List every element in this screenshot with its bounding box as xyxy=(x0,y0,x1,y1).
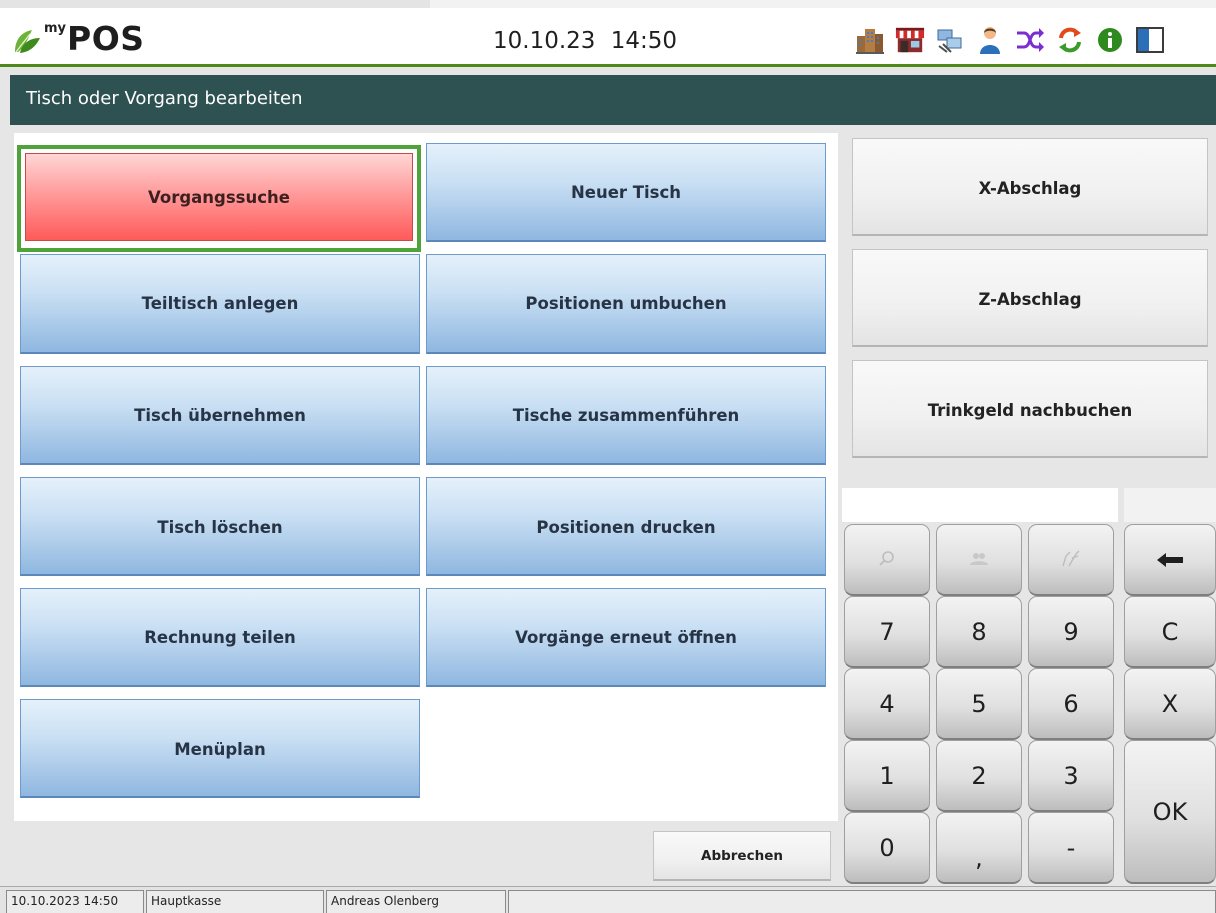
tip-key[interactable] xyxy=(1028,524,1114,596)
tische-zusammenfuehren-button[interactable]: Tische zusammenführen xyxy=(426,366,826,465)
customer-key[interactable] xyxy=(936,524,1022,596)
z-abschlag-button[interactable]: Z-Abschlag xyxy=(852,249,1208,347)
header-accent-line xyxy=(0,64,1216,67)
building-icon[interactable] xyxy=(855,25,885,55)
teiltisch-anlegen-button[interactable]: Teiltisch anlegen xyxy=(20,254,420,354)
status-bar: 10.10.2023 14:50 Hauptkasse Andreas Olen… xyxy=(0,886,1216,913)
header-bar: my POS 10.10.23 14:50 xyxy=(0,8,1216,64)
tisch-uebernehmen-button[interactable]: Tisch übernehmen xyxy=(20,366,420,465)
status-register: Hauptkasse xyxy=(146,890,324,913)
x-abschlag-button[interactable]: X-Abschlag xyxy=(852,138,1208,236)
vorgaenge-oeffnen-button[interactable]: Vorgänge erneut öffnen xyxy=(426,588,826,687)
key-1[interactable]: 1 xyxy=(844,740,930,812)
info-icon[interactable] xyxy=(1095,25,1125,55)
status-user: Andreas Olenberg xyxy=(326,890,506,913)
header-clock: 10.10.23 14:50 xyxy=(493,28,678,54)
status-empty xyxy=(508,890,1216,913)
key-9[interactable]: 9 xyxy=(1028,596,1114,668)
positionen-umbuchen-label: Positionen umbuchen xyxy=(525,294,727,313)
vorgangssuche-label: Vorgangssuche xyxy=(148,187,290,207)
menueplan-label: Menüplan xyxy=(174,740,266,759)
search-key[interactable] xyxy=(844,524,930,596)
backspace-arrow-icon xyxy=(1156,546,1184,574)
z-abschlag-label: Z-Abschlag xyxy=(978,290,1082,309)
key-8[interactable]: 8 xyxy=(936,596,1022,668)
leaf-logo-icon xyxy=(12,26,42,56)
dialog-title-bar: Tisch oder Vorgang bearbeiten xyxy=(10,75,1216,125)
mypos-logo: my POS xyxy=(12,20,145,56)
neuer-tisch-button[interactable]: Neuer Tisch xyxy=(426,143,826,242)
panel-toggle-icon[interactable] xyxy=(1135,25,1165,55)
hand-icon xyxy=(1060,546,1082,574)
refresh-icon[interactable] xyxy=(1055,25,1085,55)
ok-key[interactable]: OK xyxy=(1124,740,1216,884)
abbrechen-label: Abbrechen xyxy=(701,847,783,864)
rechnung-teilen-button[interactable]: Rechnung teilen xyxy=(20,588,420,687)
rechnung-teilen-label: Rechnung teilen xyxy=(144,627,296,647)
magnifier-icon xyxy=(878,546,896,574)
multiply-key[interactable]: X xyxy=(1124,668,1216,740)
positionen-drucken-label: Positionen drucken xyxy=(536,518,716,537)
key-6[interactable]: 6 xyxy=(1028,668,1114,740)
x-abschlag-label: X-Abschlag xyxy=(978,179,1082,198)
minus-key[interactable]: - xyxy=(1028,812,1114,884)
network-icon[interactable] xyxy=(935,25,965,55)
customers-icon xyxy=(968,546,990,574)
numpad-secondary-field xyxy=(1124,488,1216,522)
comma-key[interactable]: , xyxy=(936,812,1022,884)
shop-icon[interactable] xyxy=(895,25,925,55)
positionen-drucken-button[interactable]: Positionen drucken xyxy=(426,477,826,576)
key-0[interactable]: 0 xyxy=(844,812,930,884)
numpad-input-field[interactable] xyxy=(842,488,1118,522)
abbrechen-button[interactable]: Abbrechen xyxy=(653,831,831,881)
key-7[interactable]: 7 xyxy=(844,596,930,668)
key-2[interactable]: 2 xyxy=(936,740,1022,812)
neuer-tisch-label: Neuer Tisch xyxy=(570,182,682,202)
shuffle-icon[interactable] xyxy=(1015,25,1045,55)
tisch-uebernehmen-label: Tisch übernehmen xyxy=(134,405,306,425)
trinkgeld-nachbuchen-label: Trinkgeld nachbuchen xyxy=(927,401,1133,420)
tisch-loeschen-label: Tisch löschen xyxy=(157,518,283,537)
vorgaenge-oeffnen-label: Vorgänge erneut öffnen xyxy=(515,627,737,647)
pos-window: my POS 10.10.23 14:50 Tisch oder Vorgang… xyxy=(0,0,1216,913)
backspace-key[interactable] xyxy=(1124,524,1216,596)
status-datetime: 10.10.2023 14:50 xyxy=(6,890,144,913)
key-5[interactable]: 5 xyxy=(936,668,1022,740)
dialog-title: Tisch oder Vorgang bearbeiten xyxy=(26,88,303,109)
top-strip xyxy=(0,0,1216,8)
tische-zusammenfuehren-label: Tische zusammenführen xyxy=(512,405,740,425)
menueplan-button[interactable]: Menüplan xyxy=(20,699,420,798)
clear-key[interactable]: C xyxy=(1124,596,1216,668)
vorgangssuche-button[interactable]: Vorgangssuche xyxy=(25,153,413,241)
key-4[interactable]: 4 xyxy=(844,668,930,740)
header-icon-toolbar xyxy=(855,25,1165,55)
logo-my-text: my xyxy=(44,21,67,36)
logo-pos-text: POS xyxy=(67,19,145,58)
tisch-loeschen-button[interactable]: Tisch löschen xyxy=(20,477,420,576)
key-3[interactable]: 3 xyxy=(1028,740,1114,812)
trinkgeld-nachbuchen-button[interactable]: Trinkgeld nachbuchen xyxy=(852,360,1208,458)
user-icon[interactable] xyxy=(975,25,1005,55)
positionen-umbuchen-button[interactable]: Positionen umbuchen xyxy=(426,254,826,354)
teiltisch-anlegen-label: Teiltisch anlegen xyxy=(141,294,299,313)
